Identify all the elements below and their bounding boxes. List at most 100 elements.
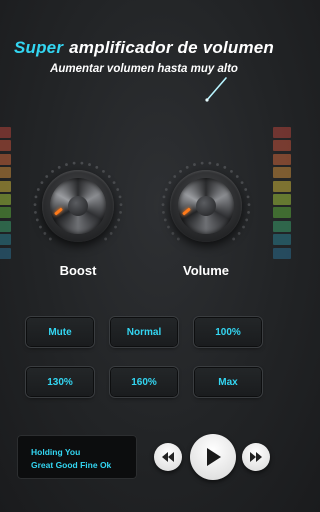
meter-segment [0, 207, 11, 219]
meter-segment [273, 220, 291, 232]
scale-dot [208, 161, 212, 165]
preset-mute-button[interactable]: Mute [27, 318, 93, 346]
scale-dot [116, 188, 120, 191]
preset-max-button[interactable]: Max [195, 368, 261, 396]
next-button[interactable] [242, 443, 270, 471]
scale-dot [176, 237, 180, 241]
meter-segment [0, 247, 11, 259]
scale-dot [193, 163, 196, 166]
scale-dot [247, 210, 250, 214]
sparkle-decoration [205, 77, 227, 102]
scale-dot [34, 195, 38, 199]
scale-dot [168, 181, 172, 185]
meter-segment [0, 180, 11, 192]
preset-100-button[interactable]: 100% [195, 318, 261, 346]
app-subtitle: Aumentar volumen hasta muy alto [50, 63, 238, 75]
scale-dot [164, 188, 168, 191]
scale-dot [95, 165, 99, 169]
scale-dot [167, 225, 170, 229]
meter-segment [273, 247, 291, 259]
meter-segment [273, 167, 291, 179]
scale-dot [114, 225, 117, 229]
level-meter-left [0, 127, 11, 261]
skip-previous-icon [162, 452, 174, 462]
header: Super amplificador de volumen Aumentar vo… [0, 38, 288, 75]
scale-dot [51, 169, 54, 173]
scale-dot [162, 195, 166, 199]
scale-dot [244, 188, 248, 191]
scale-dot [39, 225, 42, 229]
app-title-rest: amplificador de volumen [69, 38, 275, 57]
scale-dot [57, 165, 61, 169]
scale-dot [40, 181, 44, 185]
boost-label: Boost [59, 263, 97, 278]
scale-dot [35, 218, 39, 222]
scale-dot [72, 161, 76, 165]
scale-dot [104, 237, 108, 241]
scale-dot [185, 165, 189, 169]
scale-dot [235, 175, 239, 178]
meter-segment [0, 153, 11, 165]
scale-dot [240, 181, 244, 185]
scale-dot [171, 232, 175, 235]
meter-segment [273, 193, 291, 205]
track-title: Holding You [31, 447, 81, 457]
previous-button[interactable] [154, 443, 182, 471]
now-playing-panel[interactable]: Holding You Great Good Fine Ok [17, 435, 137, 479]
scale-dot [179, 169, 182, 173]
scale-dot [173, 175, 177, 178]
scale-dot [161, 203, 165, 207]
boost-knob-body[interactable] [42, 170, 114, 242]
scale-dot [43, 232, 47, 235]
scale-dot [163, 218, 167, 222]
meter-segment [0, 193, 11, 205]
scale-dot [119, 203, 123, 207]
play-button[interactable] [190, 434, 236, 480]
meter-segment [0, 167, 11, 179]
scale-dot [102, 169, 105, 173]
scale-dot [48, 237, 52, 241]
scale-dot [109, 232, 113, 235]
scale-dot [246, 195, 250, 199]
scale-dot [247, 203, 251, 207]
scale-dot [107, 175, 111, 178]
scale-dot [242, 225, 245, 229]
scale-dot [230, 169, 233, 173]
app-title: Super amplificador de volumen [0, 38, 288, 58]
meter-segment [0, 140, 11, 152]
scale-dot [33, 203, 37, 207]
level-meter-right [273, 127, 291, 261]
scale-dot [118, 195, 122, 199]
scale-dot [112, 181, 116, 185]
scale-dot [162, 210, 165, 214]
meter-segment [0, 127, 11, 138]
preset-130-button[interactable]: 130% [27, 368, 93, 396]
volume-knob[interactable] [160, 160, 252, 252]
meter-segment [0, 234, 11, 246]
meter-segment [273, 140, 291, 152]
preset-160-button[interactable]: 160% [111, 368, 177, 396]
play-icon [207, 448, 221, 466]
scale-dot [223, 165, 227, 169]
meter-segment [273, 180, 291, 192]
scale-dot [245, 218, 249, 222]
meter-segment [0, 220, 11, 232]
scale-dot [34, 210, 37, 214]
scale-dot [119, 210, 122, 214]
meter-segment [273, 234, 291, 246]
skip-next-icon [250, 452, 262, 462]
track-artist: Great Good Fine Ok [31, 460, 112, 470]
preset-normal-button[interactable]: Normal [111, 318, 177, 346]
meter-segment [273, 207, 291, 219]
volume-knob-body[interactable] [170, 170, 242, 242]
scale-dot [200, 161, 204, 165]
app-title-accent: Super [13, 38, 64, 57]
boost-knob[interactable] [32, 160, 124, 252]
scale-dot [232, 237, 236, 241]
scale-dot [45, 175, 49, 178]
scale-dot [216, 163, 219, 166]
meter-segment [273, 153, 291, 165]
volume-label: Volume [183, 263, 229, 278]
scale-dot [36, 188, 40, 191]
scale-dot [65, 163, 68, 166]
